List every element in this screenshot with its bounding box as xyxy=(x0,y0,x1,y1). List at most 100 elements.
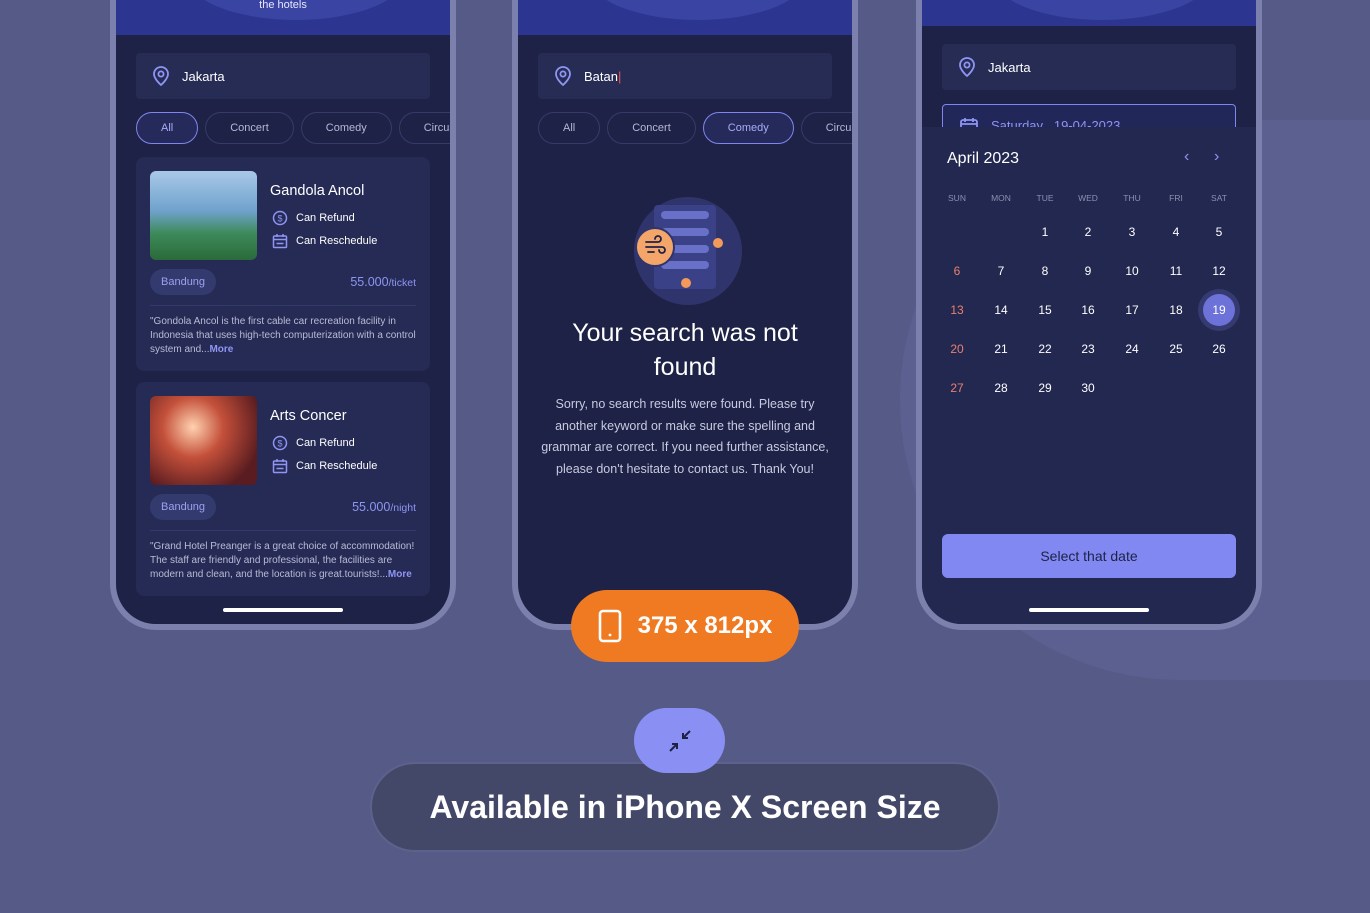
calendar-day[interactable]: 16 xyxy=(1072,294,1104,326)
refund-label: Can Refund xyxy=(296,212,355,224)
calendar-day[interactable]: 3 xyxy=(1116,216,1148,248)
weekday-label: WED xyxy=(1078,193,1098,203)
location-pin-icon xyxy=(959,57,975,77)
banner: Available in iPhone X Screen Size xyxy=(370,762,1000,852)
event-card[interactable]: Gandola Ancol $ Can Refund Can Reschedule… xyxy=(136,157,430,371)
calendar-day[interactable]: 8 xyxy=(1029,255,1061,287)
refund-icon: $ xyxy=(272,210,288,226)
weekday-label: THU xyxy=(1123,193,1141,203)
header: the hotels xyxy=(116,0,450,35)
empty-search-illustration xyxy=(634,197,742,305)
location-value: Jakarta xyxy=(988,59,1031,75)
category-chips: All Concert Comedy Circus xyxy=(136,112,450,144)
header-text: the hotels xyxy=(259,0,307,11)
location-input[interactable]: Jakarta xyxy=(942,44,1236,90)
calendar-day[interactable]: 24 xyxy=(1116,333,1148,365)
calendar-month: April 2023 xyxy=(947,150,1020,167)
price-unit: /night xyxy=(390,502,416,514)
event-description: "Gondola Ancol is the first cable car re… xyxy=(150,315,416,357)
home-indicator xyxy=(223,608,343,612)
chip-all[interactable]: All xyxy=(538,112,601,144)
city-badge: Bandung xyxy=(150,494,217,520)
more-link[interactable]: More xyxy=(388,569,412,580)
header xyxy=(518,0,852,35)
calendar-day[interactable]: 2 xyxy=(1072,216,1104,248)
price: 55.000/ticket xyxy=(350,275,416,289)
refund-label: Can Refund xyxy=(296,437,355,449)
calendar-day[interactable]: 19 xyxy=(1203,294,1235,326)
calendar-day[interactable]: 13 xyxy=(941,294,973,326)
chip-circus[interactable]: Circus xyxy=(398,112,450,144)
event-title: Gandola Ancol xyxy=(270,183,365,199)
calendar-day[interactable]: 21 xyxy=(985,333,1017,365)
calendar-day[interactable]: 5 xyxy=(1203,216,1235,248)
calendar-day[interactable]: 28 xyxy=(985,372,1017,404)
search-value: Batan xyxy=(584,68,618,84)
calendar-day[interactable]: 20 xyxy=(941,333,973,365)
calendar-day[interactable]: 18 xyxy=(1160,294,1192,326)
weekday-label: MON xyxy=(991,193,1011,203)
calendar-icon xyxy=(272,234,288,249)
chip-comedy[interactable]: Comedy xyxy=(300,112,392,144)
calendar-day[interactable]: 14 xyxy=(985,294,1017,326)
price: 55.000/night xyxy=(352,500,416,514)
event-card[interactable]: Arts Concer $ Can Refund Can Reschedule B… xyxy=(136,382,430,596)
chip-all[interactable]: All xyxy=(136,112,199,144)
calendar-day[interactable]: 29 xyxy=(1029,372,1061,404)
phone-search-empty: Batan| All Concert Comedy Circus Your searc… xyxy=(512,0,858,630)
text-cursor: | xyxy=(617,68,622,84)
phone-date-picker: Jakarta Saturday , 19-04-2023 April 2023… xyxy=(916,0,1262,630)
more-link[interactable]: More xyxy=(209,344,233,355)
weekday-label: SAT xyxy=(1211,193,1227,203)
weekday-label: TUE xyxy=(1036,193,1054,203)
phone-event-list: the hotels Jakarta All Concert Comedy Circu… xyxy=(110,0,456,630)
location-input[interactable]: Jakarta xyxy=(136,53,430,99)
event-image xyxy=(150,171,257,260)
calendar-day[interactable]: 22 xyxy=(1029,333,1061,365)
category-chips: All Concert Comedy Circus xyxy=(538,112,852,144)
calendar-day[interactable]: 1 xyxy=(1029,216,1061,248)
calendar-day[interactable]: 23 xyxy=(1072,333,1104,365)
calendar-day[interactable]: 10 xyxy=(1116,255,1148,287)
next-month-button[interactable]: › xyxy=(1214,148,1219,166)
divider xyxy=(150,530,416,531)
chip-circus[interactable]: Circus xyxy=(800,112,852,144)
size-badge-text: 375 x 812px xyxy=(637,612,773,639)
calendar-day[interactable]: 9 xyxy=(1072,255,1104,287)
chip-comedy[interactable]: Comedy xyxy=(702,112,794,144)
search-input[interactable]: Batan| xyxy=(538,53,832,99)
weekday-label: SUN xyxy=(948,193,966,203)
event-description: "Grand Hotel Preanger is a great choice … xyxy=(150,540,416,582)
reschedule-label: Can Reschedule xyxy=(296,460,378,472)
select-date-button[interactable]: Select that date xyxy=(942,534,1236,578)
phone-icon xyxy=(598,609,621,643)
header xyxy=(922,0,1256,26)
calendar-icon xyxy=(272,459,288,474)
calendar-day[interactable]: 4 xyxy=(1160,216,1192,248)
refund-feature: $ Can Refund xyxy=(272,435,355,451)
event-title: Arts Concer xyxy=(270,408,347,424)
calendar-day[interactable]: 6 xyxy=(941,255,973,287)
prev-month-button[interactable]: ‹ xyxy=(1184,148,1189,166)
chip-concert[interactable]: Concert xyxy=(607,112,696,144)
calendar-day[interactable]: 17 xyxy=(1116,294,1148,326)
calendar-day[interactable]: 7 xyxy=(985,255,1017,287)
calendar-day[interactable]: 25 xyxy=(1160,333,1192,365)
calendar-day[interactable]: 12 xyxy=(1203,255,1235,287)
city-badge: Bandung xyxy=(150,269,217,295)
calendar-day[interactable]: 11 xyxy=(1160,255,1192,287)
description-text: "Grand Hotel Preanger is a great choice … xyxy=(150,541,415,580)
calendar-day[interactable]: 15 xyxy=(1029,294,1061,326)
weekday-label: FRI xyxy=(1169,193,1183,203)
svg-text:$: $ xyxy=(277,439,282,449)
size-badge: 375 x 812px xyxy=(571,590,799,662)
location-pin-icon xyxy=(153,66,169,86)
price-value: 55.000 xyxy=(350,275,389,289)
chip-concert[interactable]: Concert xyxy=(205,112,294,144)
price-value: 55.000 xyxy=(352,500,391,514)
minimize-arrows-icon xyxy=(668,729,691,752)
calendar-day[interactable]: 26 xyxy=(1203,333,1235,365)
calendar-day[interactable]: 27 xyxy=(941,372,973,404)
calendar-day[interactable]: 30 xyxy=(1072,372,1104,404)
reschedule-label: Can Reschedule xyxy=(296,235,378,247)
